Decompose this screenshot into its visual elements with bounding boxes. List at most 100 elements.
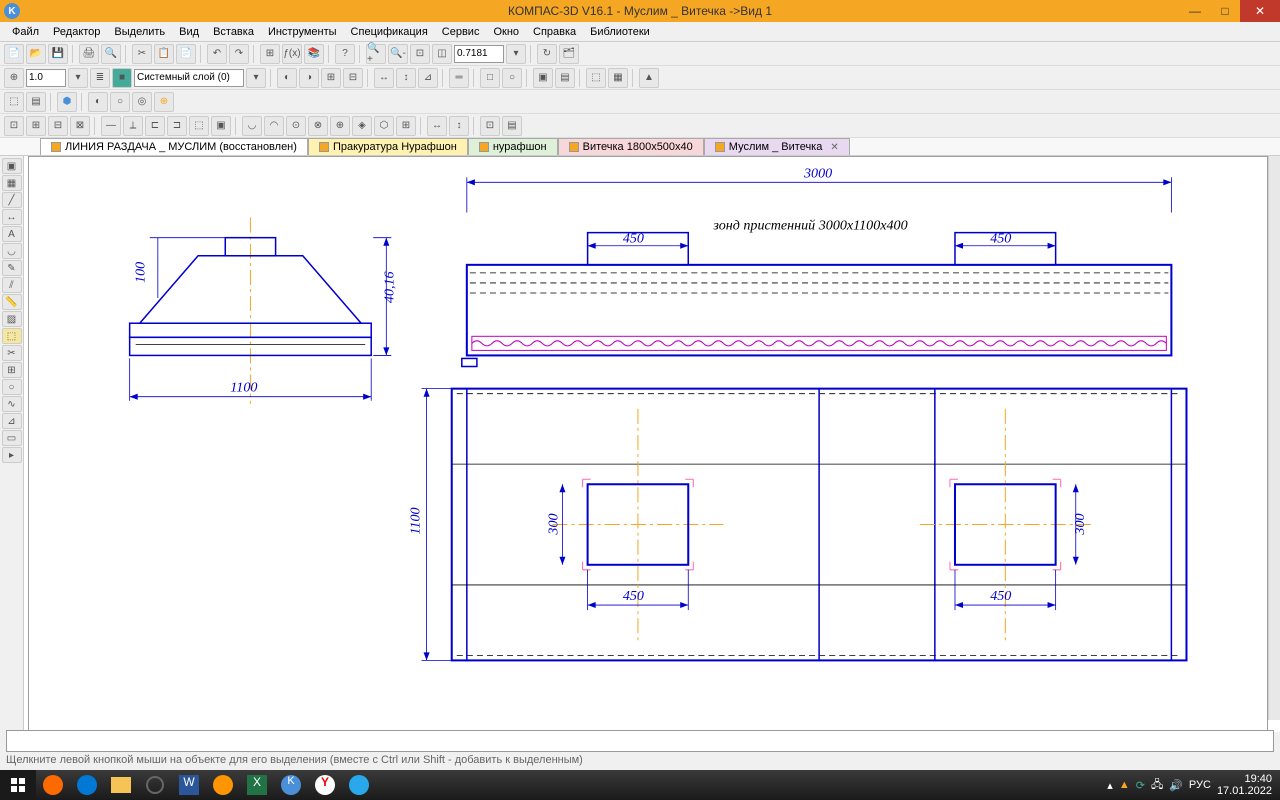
preview-icon[interactable]: 🔍: [101, 44, 121, 64]
taskbar-yandex-icon[interactable]: Y: [308, 770, 342, 800]
tab-1[interactable]: ЛИНИЯ РАЗДАЧА _ МУСЛИМ (восстановлен): [40, 138, 308, 155]
minimize-button[interactable]: —: [1180, 0, 1210, 22]
lt-select-icon[interactable]: ▣: [2, 158, 22, 174]
ex-e-icon[interactable]: ○: [110, 92, 130, 112]
lt-arc-icon[interactable]: ◡: [2, 243, 22, 259]
ex-g-icon[interactable]: ⊕: [154, 92, 174, 112]
variables-icon[interactable]: ƒ(x): [282, 44, 302, 64]
save-icon[interactable]: 💾: [48, 44, 68, 64]
lt-par-icon[interactable]: ⫽: [2, 277, 22, 293]
obj-c-icon[interactable]: ▣: [533, 68, 553, 88]
scale-input[interactable]: [26, 69, 66, 87]
tab-4[interactable]: Витечка 1800x500x40: [558, 138, 704, 155]
geo-o-icon[interactable]: ⊕: [330, 116, 350, 136]
tray-lang[interactable]: РУС: [1189, 779, 1211, 791]
geo-a-icon[interactable]: ⊡: [4, 116, 24, 136]
menu-insert[interactable]: Вставка: [207, 24, 260, 40]
print-icon[interactable]: 🖨: [79, 44, 99, 64]
tool-a-icon[interactable]: ◐: [277, 68, 297, 88]
layer-input[interactable]: [134, 69, 244, 87]
tool-b-icon[interactable]: ◑: [299, 68, 319, 88]
zoom-fit-icon[interactable]: ⊡: [410, 44, 430, 64]
ex-f-icon[interactable]: ◎: [132, 92, 152, 112]
geo-g-icon[interactable]: ⊏: [145, 116, 165, 136]
lt-meas-icon[interactable]: 📏: [2, 294, 22, 310]
tray-clock[interactable]: 19:40 17.01.2022: [1217, 773, 1272, 797]
geo-e-icon[interactable]: —: [101, 116, 121, 136]
menu-libraries[interactable]: Библиотеки: [584, 24, 656, 40]
library-icon[interactable]: 📚: [304, 44, 324, 64]
taskbar-edge-icon[interactable]: [70, 770, 104, 800]
menu-select[interactable]: Выделить: [108, 24, 171, 40]
tray-cloud-icon[interactable]: ▲: [1119, 779, 1130, 791]
menu-window[interactable]: Окно: [487, 24, 525, 40]
obj-a-icon[interactable]: □: [480, 68, 500, 88]
lt-grid-icon[interactable]: ▦: [2, 175, 22, 191]
taskbar-firefox-icon[interactable]: [206, 770, 240, 800]
tray-sync-icon[interactable]: ⟳: [1136, 779, 1145, 792]
taskbar-browser-icon[interactable]: [36, 770, 70, 800]
lt-more-icon[interactable]: ▸: [2, 447, 22, 463]
layers-icon[interactable]: ≣: [90, 68, 110, 88]
tray-vol-icon[interactable]: 🔊: [1169, 779, 1183, 792]
geo-v-icon[interactable]: ▤: [502, 116, 522, 136]
obj-b-icon[interactable]: ○: [502, 68, 522, 88]
lt-hatch-icon[interactable]: ▨: [2, 311, 22, 327]
lt-ang-icon[interactable]: ⊿: [2, 413, 22, 429]
dim-d-icon[interactable]: ═: [449, 68, 469, 88]
maximize-button[interactable]: □: [1210, 0, 1240, 22]
geo-m-icon[interactable]: ⊙: [286, 116, 306, 136]
drawing-canvas[interactable]: 1100 100 40,16 3000: [28, 156, 1268, 732]
lt-cut-icon[interactable]: ✂: [2, 345, 22, 361]
dim-c-icon[interactable]: ⊿: [418, 68, 438, 88]
geo-b-icon[interactable]: ⊞: [26, 116, 46, 136]
geo-c-icon[interactable]: ⊟: [48, 116, 68, 136]
geo-j-icon[interactable]: ▣: [211, 116, 231, 136]
taskbar-excel-icon[interactable]: X: [240, 770, 274, 800]
layer-dropdown-icon[interactable]: ▾: [246, 68, 266, 88]
menu-file[interactable]: Файл: [6, 24, 45, 40]
menu-spec[interactable]: Спецификация: [345, 24, 434, 40]
obj-d-icon[interactable]: ▤: [555, 68, 575, 88]
tab-5[interactable]: Муслим _ Витечка✕: [704, 138, 850, 155]
start-button[interactable]: [0, 770, 36, 800]
refresh-icon[interactable]: ↻: [537, 44, 557, 64]
geo-u-icon[interactable]: ⊡: [480, 116, 500, 136]
geo-k-icon[interactable]: ◡: [242, 116, 262, 136]
ex-b-icon[interactable]: ▤: [26, 92, 46, 112]
undo-icon[interactable]: ↶: [207, 44, 227, 64]
tray-up-icon[interactable]: ▴: [1107, 779, 1113, 792]
tab-2[interactable]: Пракуратура Нурафшон: [308, 138, 468, 155]
lt-view-icon[interactable]: ⊞: [2, 362, 22, 378]
cut-icon[interactable]: ✂: [132, 44, 152, 64]
layer-color-icon[interactable]: ■: [112, 68, 132, 88]
tab-3[interactable]: нурафшон: [468, 138, 558, 155]
scrollbar-vertical[interactable]: [1268, 156, 1280, 720]
paste-icon[interactable]: 📄: [176, 44, 196, 64]
ex-d-icon[interactable]: ◐: [88, 92, 108, 112]
geo-r-icon[interactable]: ⊞: [396, 116, 416, 136]
new-icon[interactable]: 📄: [4, 44, 24, 64]
ex-c-icon[interactable]: ⬢: [57, 92, 77, 112]
lt-dim-icon[interactable]: ↔: [2, 209, 22, 225]
tool-c-icon[interactable]: ⊞: [321, 68, 341, 88]
tray-net-icon[interactable]: 🖧: [1151, 776, 1163, 795]
zoom-in-icon[interactable]: 🔍+: [366, 44, 386, 64]
menu-service[interactable]: Сервис: [436, 24, 486, 40]
lt-spl-icon[interactable]: ∿: [2, 396, 22, 412]
lt-text-icon[interactable]: A: [2, 226, 22, 242]
scale-dropdown-icon[interactable]: ▾: [68, 68, 88, 88]
tab-close-icon[interactable]: ✕: [830, 142, 838, 153]
command-input[interactable]: [6, 730, 1274, 752]
obj-g-icon[interactable]: ▲: [639, 68, 659, 88]
taskbar-search-icon[interactable]: [138, 770, 172, 800]
geo-t-icon[interactable]: ↕: [449, 116, 469, 136]
obj-e-icon[interactable]: ⬚: [586, 68, 606, 88]
redo-icon[interactable]: ↷: [229, 44, 249, 64]
dim-a-icon[interactable]: ↔: [374, 68, 394, 88]
lt-line-icon[interactable]: ╱: [2, 192, 22, 208]
close-button[interactable]: ✕: [1240, 0, 1280, 22]
lt-edit-icon[interactable]: ✎: [2, 260, 22, 276]
geo-d-icon[interactable]: ⊠: [70, 116, 90, 136]
taskbar-word-icon[interactable]: W: [172, 770, 206, 800]
